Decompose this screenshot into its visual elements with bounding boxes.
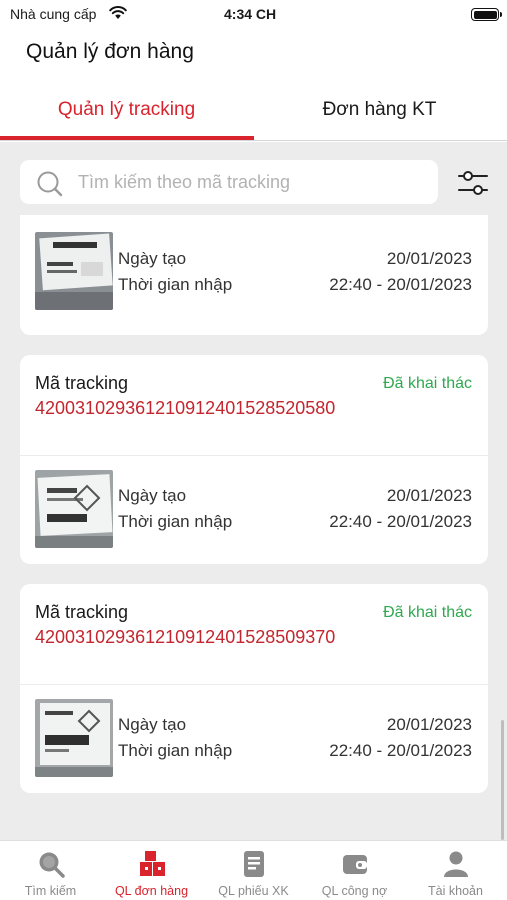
tab-divider [0, 140, 507, 141]
top-header: Nhà cung cấp 4:34 CH Quản lý đơn hàng Qu… [0, 0, 507, 142]
search-input[interactable] [78, 160, 428, 204]
carrier-name: Nhà cung cấp [10, 6, 97, 22]
document-icon [239, 849, 269, 879]
order-card[interactable]: Ngày tạo 20/01/2023 Thời gian nhập 22:40… [20, 215, 488, 335]
search-icon [36, 170, 64, 203]
nav-export-slips[interactable]: QL phiếu XK [203, 841, 304, 900]
import-time-value: 22:40 - 20/01/2023 [329, 512, 472, 531]
import-time-value: 22:40 - 20/01/2023 [329, 741, 472, 760]
package-thumbnail [35, 232, 113, 310]
import-time-label: Thời gian nhập [118, 741, 233, 760]
nav-label: QL phiếu XK [218, 884, 289, 898]
created-date-label: Ngày tạo [118, 715, 187, 734]
battery-icon [471, 8, 502, 21]
package-thumbnail [35, 470, 113, 548]
nav-label: QL công nợ [321, 884, 388, 898]
filter-sliders-icon[interactable] [455, 165, 491, 201]
tracking-label: Mã tracking [35, 373, 129, 393]
nav-label: Tìm kiếm [24, 884, 77, 898]
tab-bar: Quản lý tracking Đơn hàng KT [0, 86, 507, 140]
nav-debt-management[interactable]: QL công nợ [304, 841, 405, 900]
status-badge: Đã khai thác [383, 375, 472, 392]
order-card-header: Mã tracking Đã khai thác 420031029361210… [20, 355, 488, 456]
nav-label: QL đơn hàng [114, 884, 189, 898]
tracking-number[interactable]: 420031029361210912401528520580 [35, 397, 370, 420]
created-date-label: Ngày tạo [118, 486, 187, 505]
created-date-value: 20/01/2023 [386, 486, 472, 505]
import-time-label: Thời gian nhập [118, 512, 233, 531]
created-date-value: 20/01/2023 [386, 715, 472, 734]
import-time-value: 22:40 - 20/01/2023 [329, 275, 472, 294]
order-card[interactable]: Mã tracking Đã khai thác 420031029361210… [20, 355, 488, 564]
wifi-icon [109, 6, 127, 23]
created-date-label: Ngày tạo [118, 249, 187, 268]
tracking-number[interactable]: 420031029361210912401528509370 [35, 626, 370, 649]
list-scrollbar[interactable] [501, 720, 504, 840]
status-time: 4:34 CH [224, 6, 277, 22]
tab-kt-orders[interactable]: Đơn hàng KT [253, 86, 506, 140]
nav-label: Tài khoản [428, 884, 483, 898]
import-time-label: Thời gian nhập [118, 275, 233, 294]
order-card-body: Ngày tạo 20/01/2023 Thời gian nhập 22:40… [20, 685, 488, 792]
order-card[interactable]: Mã tracking Đã khai thác 420031029361210… [20, 584, 488, 793]
boxes-icon [137, 849, 167, 879]
page-title: Quản lý đơn hàng [26, 40, 194, 63]
tab-tracking-management[interactable]: Quản lý tracking [0, 86, 253, 140]
user-icon [441, 849, 471, 879]
created-date-value: 20/01/2023 [386, 249, 472, 268]
search-box[interactable] [20, 160, 438, 204]
status-bar: Nhà cung cấp 4:34 CH [0, 0, 507, 28]
wallet-icon [340, 849, 370, 879]
nav-order-management[interactable]: QL đơn hàng [101, 841, 202, 900]
status-badge: Đã khai thác [383, 604, 472, 621]
nav-account[interactable]: Tài khoản [405, 841, 506, 900]
order-card-header: Mã tracking Đã khai thác 420031029361210… [20, 584, 488, 685]
tracking-label: Mã tracking [35, 602, 129, 622]
search-icon [36, 849, 66, 879]
order-list[interactable]: Ngày tạo 20/01/2023 Thời gian nhập 22:40… [0, 215, 507, 840]
order-card-body: Ngày tạo 20/01/2023 Thời gian nhập 22:40… [20, 456, 488, 563]
package-thumbnail [35, 699, 113, 777]
bottom-nav: Tìm kiếm QL đơn hàng QL phiếu XK QL công… [0, 840, 507, 900]
nav-search[interactable]: Tìm kiếm [0, 841, 101, 900]
